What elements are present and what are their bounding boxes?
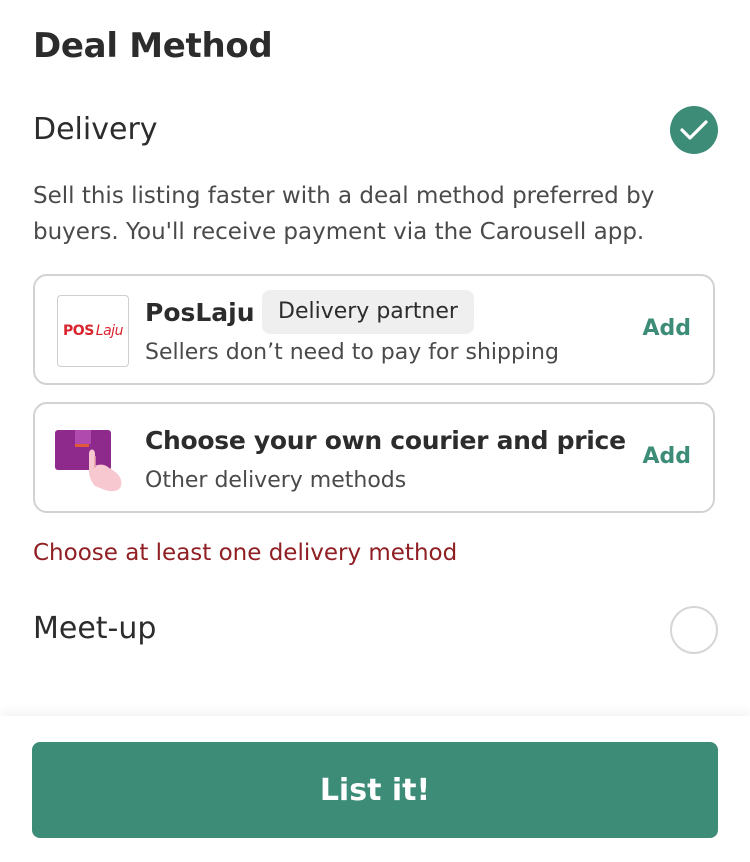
poslaju-title: PosLaju	[145, 298, 255, 327]
own-courier-subtitle: Other delivery methods	[145, 468, 407, 493]
delivery-partner-badge: Delivery partner	[262, 290, 474, 334]
poslaju-logo-laju: Laju	[95, 323, 124, 339]
poslaju-logo-pos: POS	[63, 323, 94, 339]
list-it-button[interactable]: List it!	[32, 742, 718, 838]
meetup-label[interactable]: Meet-up	[33, 611, 156, 646]
poslaju-logo: POS Laju	[57, 295, 129, 367]
own-courier-add-button[interactable]: Add	[642, 444, 691, 469]
delivery-description: Sell this listing faster with a deal met…	[33, 183, 655, 245]
poslaju-option-card[interactable]: POS Laju PosLaju Delivery partner Sellers…	[33, 274, 715, 385]
delivery-error-message: Choose at least one delivery method	[33, 540, 458, 566]
own-courier-title: Choose your own courier and price	[145, 426, 626, 455]
page-title: Deal Method	[33, 26, 273, 66]
own-courier-option-card[interactable]: Choose your own courier and price Other …	[33, 402, 715, 513]
delivery-label[interactable]: Delivery	[33, 112, 158, 147]
box-hand-icon	[55, 430, 122, 492]
checkmark-icon	[680, 120, 708, 140]
delivery-checkbox[interactable]	[670, 106, 718, 154]
poslaju-subtitle: Sellers don’t need to pay for shipping	[145, 340, 559, 365]
meetup-radio[interactable]	[670, 606, 718, 654]
poslaju-add-button[interactable]: Add	[642, 316, 691, 341]
